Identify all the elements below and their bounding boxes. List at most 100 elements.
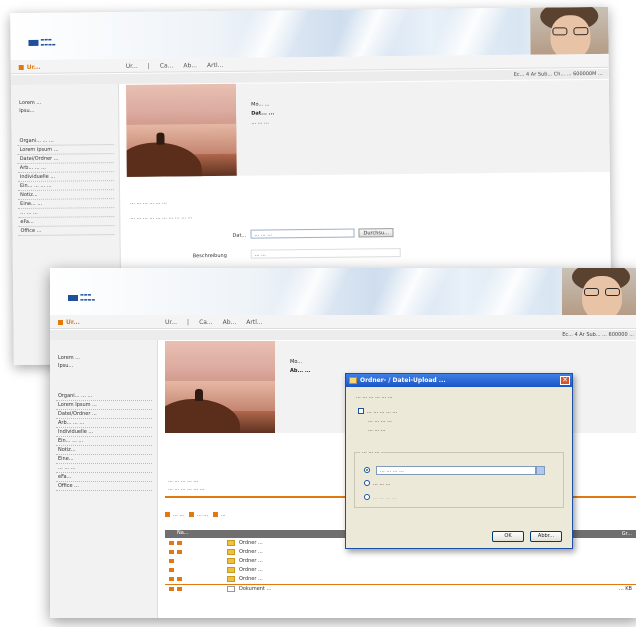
radio-label: ... ... ... xyxy=(373,481,391,487)
row-name: Ordner ... xyxy=(239,576,263,582)
browse-button[interactable]: Durchsu... xyxy=(358,228,394,238)
sidebar-item[interactable]: Datei/Ordner ... xyxy=(56,410,152,419)
radio-icon[interactable] xyxy=(364,467,370,473)
sidebar-nav: Organi... ... ... Lorem Ipsum ... Datei/… xyxy=(56,392,152,491)
site-logo[interactable]: ▬▬▬ ▬▬▬▬ xyxy=(68,292,110,304)
file-path-input[interactable]: ... ... ... xyxy=(250,228,355,239)
dropdown-arrow-icon[interactable] xyxy=(536,466,545,475)
legend-item[interactable]: ... xyxy=(221,512,226,518)
column-header-name[interactable]: Na... xyxy=(177,530,189,536)
ok-button[interactable]: OK xyxy=(492,531,524,542)
document-icon xyxy=(227,586,235,592)
logo-text: ▬▬▬ ▬▬▬▬ xyxy=(40,36,56,47)
row-action-icon[interactable] xyxy=(169,541,174,545)
front-browser-window: ▬▬▬ ▬▬▬▬ Ur... Ur... | Ca... Ab... Artl... E… xyxy=(50,268,636,618)
description-input[interactable]: ... ... xyxy=(250,248,401,259)
sidebar-item[interactable]: Office ... xyxy=(18,226,115,237)
menu-item[interactable]: Ur... xyxy=(126,63,138,70)
close-icon[interactable]: ✕ xyxy=(560,376,570,385)
header-decoration xyxy=(229,9,312,58)
menu-item[interactable]: Artl... xyxy=(246,319,262,326)
row-action-icon[interactable] xyxy=(169,550,174,554)
dialog-checkbox-option[interactable]: ... ... ... ... ... xyxy=(358,408,397,415)
column-header-size[interactable]: Gr... xyxy=(622,531,632,537)
dialog-app-icon xyxy=(349,377,357,384)
row-action-icon[interactable] xyxy=(177,577,182,581)
row-name: Ordner ... xyxy=(239,540,263,546)
row-action-icon[interactable] xyxy=(169,568,174,572)
row-action-icon[interactable] xyxy=(169,587,174,591)
sidebar: Lorem ... Ipsu... Organi... ... ... Lore… xyxy=(50,340,158,618)
banner-info-title: Ab... ... xyxy=(290,368,311,374)
checkbox-icon[interactable] xyxy=(358,408,364,414)
sidebar-item[interactable]: ... ... ... xyxy=(56,464,152,473)
banner-photo xyxy=(165,341,275,433)
radio-label: ... ... ... ... xyxy=(373,495,397,501)
banner-band xyxy=(235,79,610,176)
row-name: Ordner ... xyxy=(239,567,263,573)
site-header: ▬▬▬ ▬▬▬▬ xyxy=(10,6,609,61)
radio-icon xyxy=(364,494,370,500)
user-subtitle: Ipsu... xyxy=(19,107,35,115)
legend-item[interactable]: ... ... xyxy=(197,512,208,518)
sidebar-item[interactable]: Individuelle ... xyxy=(56,428,152,437)
dialog-title-bar[interactable]: Ordner- / Datei-Upload ... xyxy=(346,374,572,387)
sidebar-item[interactable]: Lorem Ipsum ... xyxy=(56,401,152,410)
dialog-prompt: ... ... ... ... ... ... xyxy=(356,394,393,400)
top-menu: Ur... | Ca... Ab... Artl... xyxy=(165,319,273,326)
banner-info: Mo... ... Dat... ... ... ... ... xyxy=(251,100,274,127)
navigation-bar: Ur... Ur... | Ca... Ab... Artl... xyxy=(50,315,636,329)
dialog-sub-text: ... ... ... ... xyxy=(368,418,392,424)
row-action-icon[interactable] xyxy=(177,550,182,554)
row-name: Ordner ... xyxy=(239,558,263,564)
row-action-icon[interactable] xyxy=(169,559,174,563)
user-info: Lorem ... Ipsu... xyxy=(19,99,41,115)
top-menu: Ur... | Ca... Ab... Artl... xyxy=(126,62,234,70)
menu-item[interactable]: Artl... xyxy=(207,62,223,69)
banner-info-line: Mo... xyxy=(290,359,303,365)
user-name: Lorem ... xyxy=(58,355,81,361)
table-row[interactable]: Dokument ... ... KB xyxy=(165,584,636,593)
cancel-button[interactable]: Abbr... xyxy=(530,531,562,542)
sidebar-item[interactable]: Eine... xyxy=(56,455,152,464)
row-action-icon[interactable] xyxy=(177,587,182,591)
table-row[interactable]: Ordner ... xyxy=(165,566,636,575)
menu-item[interactable]: Ab... xyxy=(223,319,237,326)
sidebar-item[interactable]: Arb... ... ... xyxy=(56,419,152,428)
folder-icon xyxy=(227,567,235,573)
sidebar-item[interactable]: Organi... ... ... xyxy=(56,392,152,401)
radio-option[interactable]: ... ... ... xyxy=(364,480,390,487)
radio-icon[interactable] xyxy=(364,480,370,486)
table-row[interactable]: Ordner ... xyxy=(165,557,636,566)
site-logo[interactable]: ▬▬▬ ▬▬▬▬ xyxy=(28,37,70,49)
target-select[interactable]: ... ... ... ... xyxy=(376,466,545,475)
nav-brand[interactable]: Ur... xyxy=(19,64,41,71)
sidebar-item[interactable]: Notiz... xyxy=(56,446,152,455)
row-action-icon[interactable] xyxy=(169,577,174,581)
nav-brand[interactable]: Ur... xyxy=(58,319,80,326)
instruction-text: ... ... ... ... ... ... xyxy=(168,486,205,492)
legend-item[interactable]: ... ... xyxy=(173,512,184,518)
status-text: Ec... 4 Ar Sub... Ch... ... 600000M ... xyxy=(513,70,603,78)
user-subtitle: Ipsu... xyxy=(58,363,74,369)
menu-item[interactable]: Ab... xyxy=(183,62,197,69)
table-row[interactable]: Ordner ... xyxy=(165,548,636,557)
file-legend: ... ... ... ... ... xyxy=(165,512,226,518)
instruction-text: ... ... ... ... ... ... xyxy=(130,199,167,206)
sidebar-item[interactable]: Ein... ... ... xyxy=(56,437,152,446)
radio-option[interactable] xyxy=(364,467,373,474)
sidebar-nav: Organi... ... ... Lorem Ipsum ... Datei/… xyxy=(17,136,115,237)
folder-icon xyxy=(227,549,235,555)
row-action-icon[interactable] xyxy=(177,541,182,545)
menu-item[interactable]: Ca... xyxy=(160,62,174,69)
menu-item[interactable]: Ur... xyxy=(165,319,177,326)
table-row[interactable]: Ordner ... xyxy=(165,575,636,584)
banner-info-line: Mo... ... xyxy=(251,101,270,108)
header-decoration xyxy=(469,268,551,315)
menu-separator: | xyxy=(147,62,150,70)
folder-icon xyxy=(227,540,235,546)
sidebar-item[interactable]: Office ... xyxy=(56,482,152,491)
menu-item[interactable]: Ca... xyxy=(199,319,213,326)
sidebar-item[interactable]: eFa... xyxy=(56,473,152,482)
user-info: Lorem ... Ipsu... xyxy=(58,354,80,370)
